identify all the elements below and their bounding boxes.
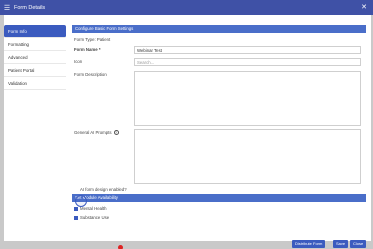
form-details-panel: Form Info Formatting Advanced Patient Po…	[4, 15, 371, 241]
ai-prompts-label-group: General AI Prompts?	[74, 130, 119, 136]
form-type-label: Form Type: Patient	[74, 37, 111, 42]
close-window-icon[interactable]: ✕	[361, 3, 367, 11]
window-titlebar: ☰ Form Details ✕	[0, 0, 373, 15]
form-description-label: Form Description	[74, 72, 107, 77]
sidebar-item-form-info[interactable]: Form Info	[4, 25, 66, 38]
checkbox-icon[interactable]	[74, 206, 78, 211]
help-icon[interactable]: ?	[113, 130, 119, 136]
checkbox-icon[interactable]	[74, 215, 78, 220]
close-button[interactable]: Close	[350, 240, 367, 248]
module-label: Mental Health	[80, 206, 107, 211]
ai-prompts-textarea[interactable]	[134, 129, 361, 184]
form-name-input[interactable]: Webinar Test	[134, 46, 361, 54]
record-indicator-icon	[118, 245, 123, 249]
section-header-basic-settings: Configure Basic Form Settings	[72, 25, 366, 33]
ai-design-label: AI form design enabled?	[80, 187, 127, 192]
section-header-module-availability: Set Module Availability	[72, 194, 366, 202]
sidebar: Form Info Formatting Advanced Patient Po…	[4, 25, 66, 90]
ai-design-toggle[interactable]	[75, 195, 87, 207]
footer-bar: Distribute Form Save Close	[0, 239, 373, 249]
ai-prompts-label: General AI Prompts	[74, 130, 112, 135]
sidebar-item-formatting[interactable]: Formatting	[4, 38, 66, 51]
icon-search-input[interactable]: Search...	[134, 58, 361, 66]
module-substance-use[interactable]: Substance Use	[74, 215, 109, 220]
window-title: Form Details	[14, 4, 46, 11]
save-button[interactable]: Save	[333, 240, 349, 248]
sidebar-item-advanced[interactable]: Advanced	[4, 51, 66, 64]
sidebar-item-validation[interactable]: Validation	[4, 77, 66, 90]
form-description-textarea[interactable]	[134, 71, 361, 126]
main-content: Configure Basic Form Settings Form Type:…	[72, 25, 366, 241]
form-name-label: Form Name *	[74, 47, 101, 52]
hamburger-menu-icon[interactable]: ☰	[0, 0, 14, 15]
module-label: Substance Use	[80, 215, 110, 220]
distribute-form-button[interactable]: Distribute Form	[292, 240, 326, 248]
icon-label: Icon	[74, 59, 83, 64]
sidebar-item-patient-portal[interactable]: Patient Portal	[4, 64, 66, 77]
